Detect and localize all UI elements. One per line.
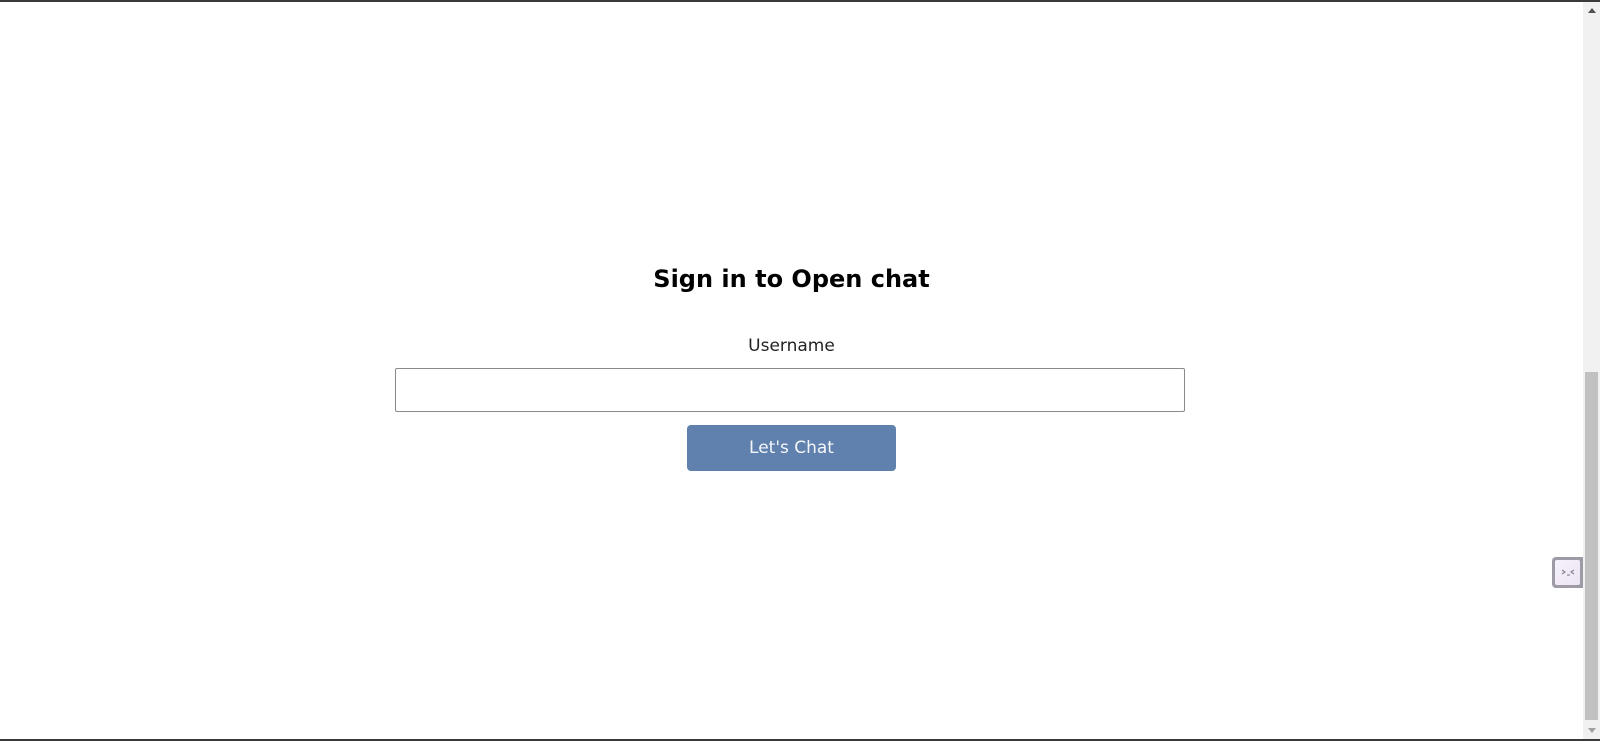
chevron-up-icon [1587, 8, 1596, 13]
chevron-down-icon [1587, 728, 1596, 733]
lets-chat-button[interactable]: Let's Chat [687, 425, 896, 471]
scroll-up-button[interactable] [1583, 2, 1600, 19]
page-title: Sign in to Open chat [653, 265, 930, 293]
username-label: Username [748, 336, 835, 356]
terminal-icon [1561, 569, 1574, 576]
widget-face [1555, 560, 1580, 585]
scroll-down-button[interactable] [1583, 722, 1600, 739]
floating-widget-button[interactable] [1552, 557, 1583, 588]
scroll-thumb[interactable] [1585, 372, 1598, 720]
username-input[interactable] [395, 368, 1185, 412]
vertical-scrollbar[interactable] [1583, 2, 1600, 739]
page-viewport: Sign in to Open chat Username Let's Chat [0, 2, 1583, 739]
